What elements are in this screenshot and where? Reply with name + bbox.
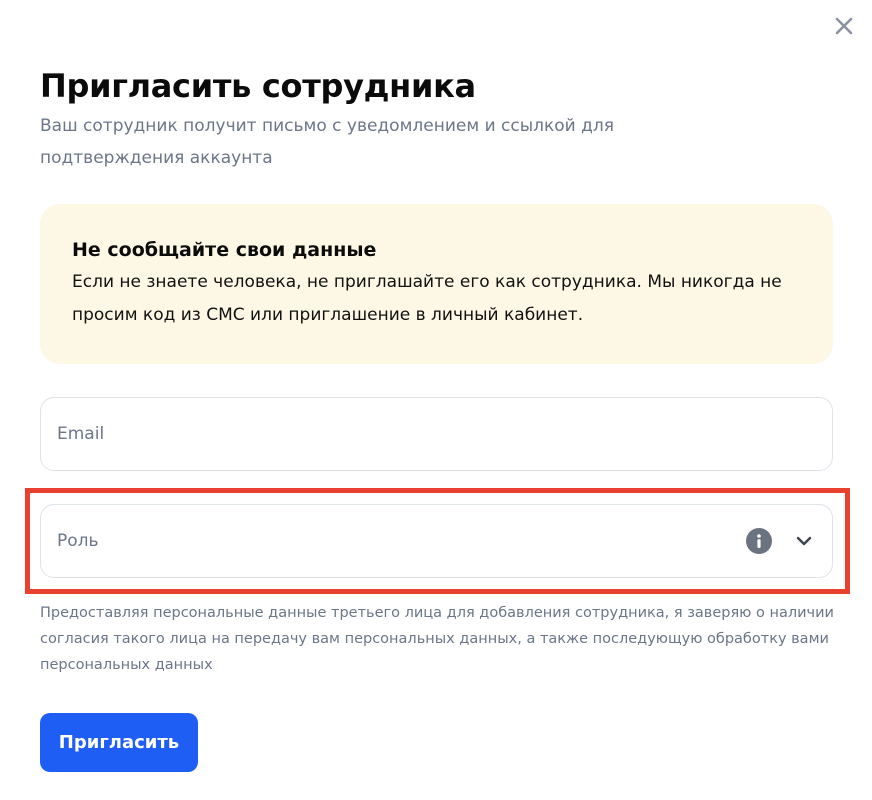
chevron-down-icon[interactable]: [792, 529, 816, 553]
warning-title: Не сообщайте свои данные: [72, 239, 377, 261]
role-placeholder: Роль: [57, 531, 99, 551]
invite-button[interactable]: Пригласить: [40, 713, 198, 772]
close-button[interactable]: [830, 12, 858, 40]
role-select[interactable]: Роль: [40, 504, 833, 578]
close-icon[interactable]: [834, 16, 854, 36]
invite-employee-modal: Пригласить сотрудника Ваш сотрудник полу…: [0, 0, 872, 800]
security-warning: Не сообщайте свои данные Если не знаете …: [40, 204, 833, 364]
modal-subtitle: Ваш сотрудник получит письмо с уведомлен…: [40, 116, 614, 168]
info-icon[interactable]: [746, 528, 772, 554]
email-placeholder: Email: [57, 424, 105, 444]
email-field[interactable]: Email: [40, 397, 833, 471]
modal-title: Пригласить сотрудника: [40, 67, 476, 105]
consent-text: Предоставляя персональные данные третьег…: [40, 605, 834, 673]
warning-text: Если не знаете человека, не приглашайте …: [72, 272, 782, 325]
